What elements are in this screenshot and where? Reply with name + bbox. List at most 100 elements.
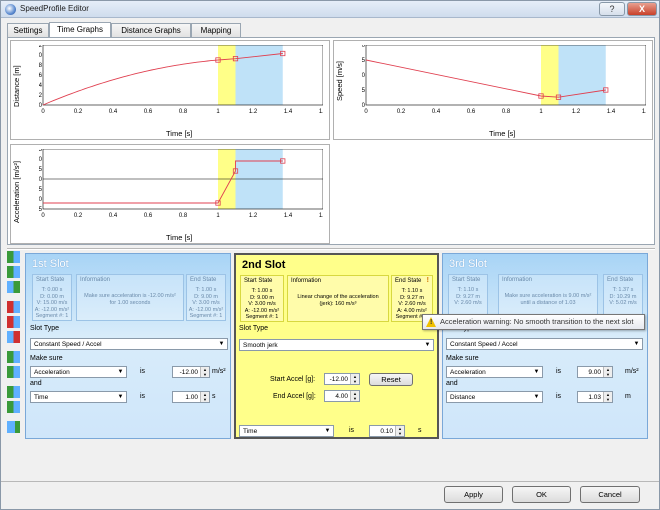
is-label: is	[556, 393, 562, 400]
delete-slot-icon[interactable]	[7, 316, 20, 328]
slot-type-select[interactable]: Smooth jerk ▼	[239, 339, 434, 351]
slot-1[interactable]: 1st Slot Start State T: 0.00 s D: 0.00 m…	[25, 253, 231, 439]
tab-mapping[interactable]: Mapping	[191, 23, 241, 37]
param1-input[interactable]: -12.00 ▲ ▼	[172, 366, 210, 378]
x-tick-label: 1	[216, 213, 220, 219]
splitter[interactable]	[7, 248, 655, 250]
spinner-icon[interactable]: ▲ ▼	[603, 392, 612, 402]
param2-input[interactable]: 1.00 ▲ ▼	[172, 391, 210, 403]
apply-button[interactable]: Apply	[444, 486, 503, 503]
chevron-down-icon: ▼	[117, 369, 124, 375]
move-slot-up-icon[interactable]	[7, 351, 20, 363]
paste-slot-icon[interactable]	[7, 401, 20, 413]
slot-type-select[interactable]: Constant Speed / Accel ▼	[30, 338, 228, 350]
close-button[interactable]: X	[627, 2, 657, 16]
param2-input[interactable]: 1.03 ▲ ▼	[577, 391, 613, 403]
ok-button[interactable]: OK	[512, 486, 571, 503]
spinner-icon[interactable]: ▲ ▼	[350, 374, 359, 384]
state-line: T: 1.10 s	[457, 287, 479, 293]
state-line: T: 1.10 s	[401, 288, 423, 294]
tab-time-graphs[interactable]: Time Graphs	[49, 22, 111, 37]
state-line: D: 9.00 m	[194, 293, 218, 300]
x-tick-label: 0.6	[144, 109, 153, 115]
slot-type-select[interactable]: Constant Speed / Accel ▼	[446, 338, 643, 350]
spinner-icon[interactable]: ▲ ▼	[395, 426, 404, 436]
speed-xlabel: Time [s]	[489, 129, 516, 138]
spinner-icon[interactable]: ▲ ▼	[200, 367, 209, 377]
state-line: A: -12.00 m/s²	[34, 306, 70, 313]
acceleration-plot[interactable]: 00.20.40.60.811.21.41.6151050-5-10-15	[39, 149, 323, 223]
speed-ylabel: Speed [m/s]	[335, 60, 344, 101]
slot-2[interactable]: 2nd Slot Start State T: 1.00 s D: 9.00 m…	[234, 253, 439, 439]
speed-graph-panel: 00.20.40.60.811.21.41.620151050 Speed [m…	[333, 40, 653, 140]
slot-type-value: Constant Speed / Accel	[450, 341, 518, 348]
start-state-box: Start State T: 1.00 s D: 9.00 m V: 3.00 …	[240, 275, 284, 322]
y-tick-label: 4	[39, 83, 43, 89]
and-label: and	[446, 380, 458, 387]
end-accel-value: 4.00	[335, 393, 348, 400]
slot-title: 1st Slot	[32, 258, 69, 270]
spinner-icon[interactable]: ▲ ▼	[603, 367, 612, 377]
y-tick-label: 8	[39, 63, 43, 69]
information-text: Make sure acceleration is -12.00 m/s² fo…	[84, 293, 176, 306]
distance-ylabel: Distance [m]	[12, 65, 21, 107]
param2-input-value: 1.03	[588, 394, 601, 401]
param1-input[interactable]: 9.00 ▲ ▼	[577, 366, 613, 378]
slot-3[interactable]: 3rd Slot Start State T: 1.10 s D: 9.27 m…	[442, 253, 648, 439]
start-accel-input[interactable]: -12.00 ▲ ▼	[324, 373, 360, 385]
distance-plot[interactable]: 00.20.40.60.811.21.41.6121086420	[39, 45, 323, 119]
duration-input[interactable]: 0.10 ▲ ▼	[369, 425, 405, 437]
param1-select[interactable]: Acceleration ▼	[446, 366, 543, 378]
start-state-box: Start State T: 0.00 s D: 0.00 m V: 15.00…	[32, 274, 72, 321]
param2-select[interactable]: Time ▼	[30, 391, 127, 403]
x-tick-label: 0.6	[144, 213, 153, 219]
x-tick-label: 0.2	[74, 109, 83, 115]
insert-slot-icon[interactable]	[7, 281, 20, 293]
delete-slot-before-icon[interactable]	[7, 301, 20, 313]
state-line: T: 1.00 s	[251, 288, 273, 294]
spinner-icon[interactable]: ▲ ▼	[350, 391, 359, 401]
add-slot-after-icon[interactable]	[7, 266, 20, 278]
slot-title: 3rd Slot	[449, 258, 487, 270]
state-line: D: 10.29 m	[609, 293, 637, 300]
delete-slot-after-icon[interactable]	[7, 331, 20, 343]
copy-slot-icon[interactable]	[7, 386, 20, 398]
graphs-area: 00.20.40.60.811.21.41.6121086420 Distanc…	[7, 37, 655, 245]
slot-type-value: Constant Speed / Accel	[34, 341, 102, 348]
cancel-button[interactable]: Cancel	[580, 486, 640, 503]
param1-select[interactable]: Acceleration ▼	[30, 366, 127, 378]
help-button[interactable]: ?	[599, 2, 625, 16]
state-line: T: 0.00 s	[41, 287, 63, 293]
y-tick-label: 5	[39, 167, 43, 173]
x-tick-label: 1.4	[607, 109, 616, 115]
end-accel-label: End Accel [g]:	[273, 393, 316, 400]
acceleration-xlabel: Time [s]	[166, 233, 193, 242]
warning-icon[interactable]: !	[427, 277, 429, 284]
x-tick-label: 1.2	[249, 109, 258, 115]
param2-select[interactable]: Distance ▼	[446, 391, 543, 403]
export-icon[interactable]	[7, 421, 20, 433]
chevron-down-icon: ▼	[533, 394, 540, 400]
speed-plot[interactable]: 00.20.40.60.811.21.41.620151050	[362, 45, 646, 119]
end-accel-input[interactable]: 4.00 ▲ ▼	[324, 390, 360, 402]
y-tick-label: -10	[39, 197, 43, 203]
is-label: is	[556, 368, 562, 375]
x-tick-label: 0	[41, 213, 45, 219]
x-tick-label: 0	[364, 109, 368, 115]
reset-button[interactable]: Reset	[369, 373, 413, 386]
state-line: D: 9.00 m	[250, 294, 274, 301]
add-slot-before-icon[interactable]	[7, 251, 20, 263]
param1-value: Acceleration	[34, 369, 70, 376]
information-label: Information	[291, 278, 322, 284]
state-line: V: 15.00 m/s	[36, 300, 68, 307]
spinner-icon[interactable]: ▲ ▼	[200, 392, 209, 402]
y-tick-label: 0	[39, 177, 43, 183]
param-select[interactable]: Time ▼	[239, 425, 334, 437]
tab-settings[interactable]: Settings	[7, 23, 49, 37]
move-slot-down-icon[interactable]	[7, 366, 20, 378]
tab-distance-graphs[interactable]: Distance Graphs	[111, 23, 191, 37]
information-box: Information Linear change of the acceler…	[287, 275, 389, 322]
x-tick-label: 1.6	[319, 213, 323, 219]
y-tick-label: 10	[39, 53, 43, 59]
is-label: is	[140, 393, 146, 400]
